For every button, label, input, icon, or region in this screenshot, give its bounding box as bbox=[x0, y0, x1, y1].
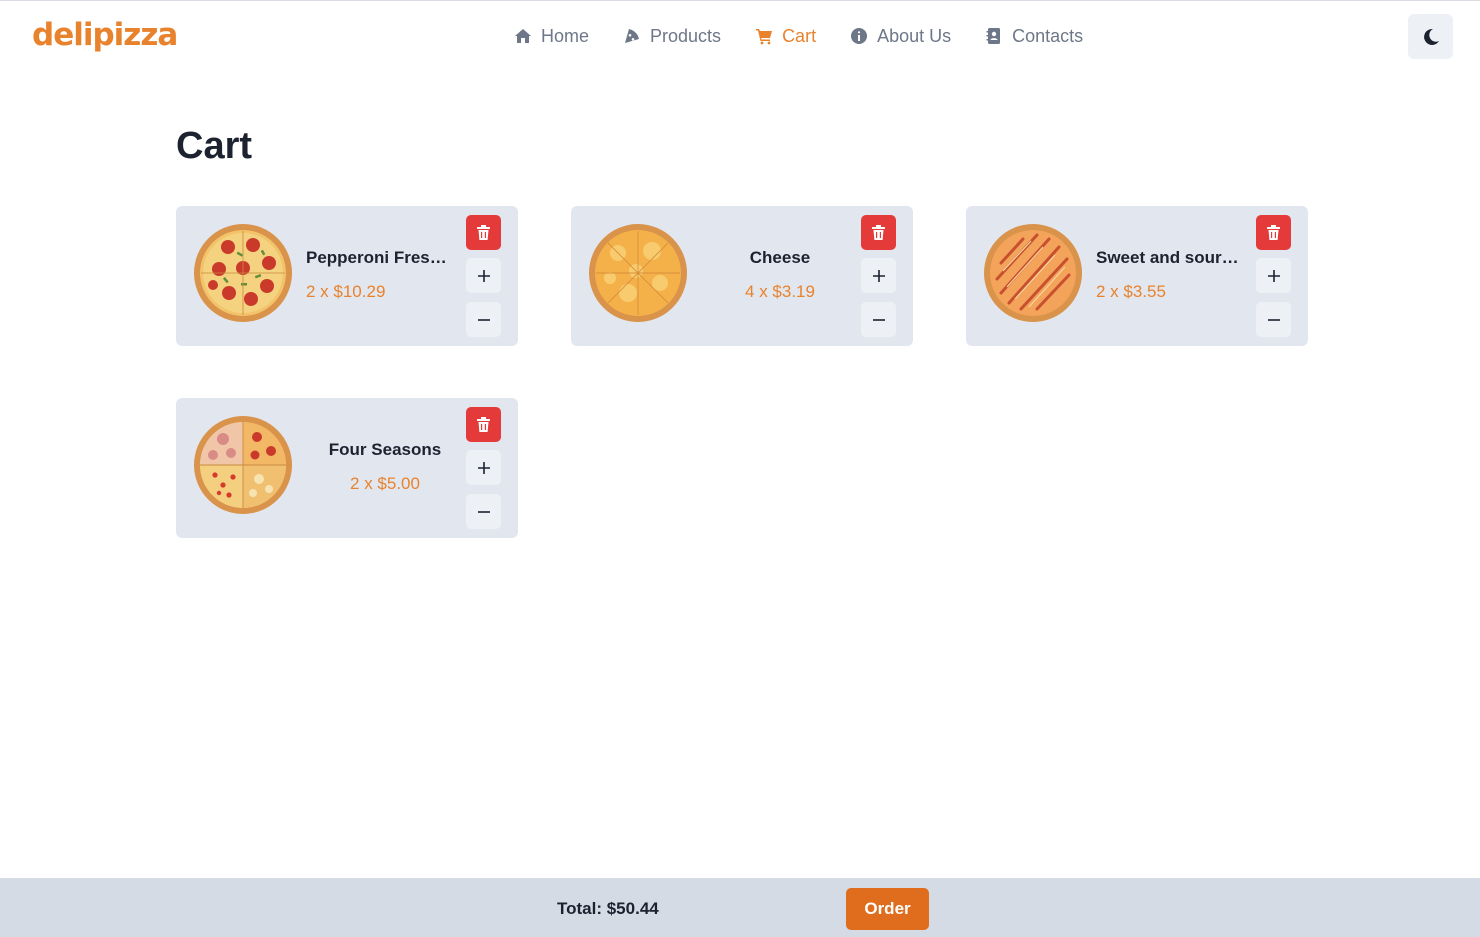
cart-item-name: Pepperoni Fres… bbox=[306, 248, 447, 267]
contact-book-icon bbox=[986, 28, 1001, 44]
trash-icon bbox=[477, 225, 490, 240]
page-title: Cart bbox=[176, 125, 253, 167]
minus-icon bbox=[477, 510, 490, 513]
remove-item-button[interactable] bbox=[1256, 215, 1291, 250]
remove-item-button[interactable] bbox=[466, 407, 501, 442]
trash-icon bbox=[872, 225, 885, 240]
cart-item: Four Seasons 2 x $5.00 bbox=[176, 398, 518, 538]
cart-item-info: Sweet and sour… 2 x $3.55 bbox=[1096, 248, 1254, 302]
increase-quantity-button[interactable] bbox=[861, 258, 896, 293]
trash-icon bbox=[477, 417, 490, 432]
nav-label-home: Home bbox=[541, 25, 590, 46]
cart-item: Sweet and sour… 2 x $3.55 bbox=[966, 206, 1308, 346]
cart-total: Total: $50.44 bbox=[557, 899, 659, 918]
svg-text:delipizza: delipizza bbox=[32, 17, 177, 53]
nav-item-home[interactable]: Home bbox=[514, 25, 589, 47]
cart-footer: Total: $50.44 Order bbox=[0, 878, 1480, 937]
moon-icon bbox=[1423, 28, 1439, 45]
minus-icon bbox=[1267, 318, 1280, 321]
plus-icon bbox=[872, 269, 885, 282]
nav-item-about-us[interactable]: About Us bbox=[850, 25, 951, 47]
minus-icon bbox=[477, 318, 490, 321]
nav-label-about-us: About Us bbox=[877, 25, 952, 46]
remove-item-button[interactable] bbox=[861, 215, 896, 250]
cart-item-price: 2 x $3.55 bbox=[1096, 282, 1166, 301]
increase-quantity-button[interactable] bbox=[466, 450, 501, 485]
cart-item-name: Four Seasons bbox=[328, 440, 442, 459]
nav-label-cart: Cart bbox=[782, 25, 817, 46]
pepperoni-pizza-image bbox=[194, 224, 292, 322]
decrease-quantity-button[interactable] bbox=[1256, 302, 1291, 337]
decrease-quantity-button[interactable] bbox=[466, 494, 501, 529]
cart-item: Cheese 4 x $3.19 bbox=[571, 206, 913, 346]
cart-item: Pepperoni Fres… 2 x $10.29 bbox=[176, 206, 518, 346]
cart-item-price: 2 x $5.00 bbox=[350, 474, 420, 493]
delipizza-logo[interactable]: delipizza bbox=[32, 15, 194, 57]
cart-item-price: 2 x $10.29 bbox=[306, 282, 386, 301]
minus-icon bbox=[872, 318, 885, 321]
plus-icon bbox=[477, 269, 490, 282]
nav-item-products[interactable]: Products bbox=[623, 25, 721, 47]
nav-label-products: Products bbox=[650, 25, 722, 46]
home-icon bbox=[515, 29, 531, 43]
order-button[interactable]: Order bbox=[846, 888, 929, 930]
cart-item-info: Pepperoni Fres… 2 x $10.29 bbox=[306, 248, 464, 302]
cart-item-price: 4 x $3.19 bbox=[745, 282, 815, 301]
increase-quantity-button[interactable] bbox=[466, 258, 501, 293]
remove-item-button[interactable] bbox=[466, 215, 501, 250]
header: delipizza Home Products Cart About Us Co… bbox=[0, 1, 1480, 73]
plus-icon bbox=[1267, 269, 1280, 282]
cart-item-info: Four Seasons 2 x $5.00 bbox=[306, 440, 464, 494]
decrease-quantity-button[interactable] bbox=[861, 302, 896, 337]
pizza-slice-icon bbox=[625, 29, 640, 43]
decrease-quantity-button[interactable] bbox=[466, 302, 501, 337]
cheese-pizza-image bbox=[589, 224, 687, 322]
cart-icon bbox=[756, 29, 773, 45]
increase-quantity-button[interactable] bbox=[1256, 258, 1291, 293]
trash-icon bbox=[1267, 225, 1280, 240]
cart-item-name: Sweet and sour… bbox=[1096, 248, 1239, 267]
main-nav: Home Products Cart About Us Contacts bbox=[514, 25, 1083, 47]
nav-item-contacts[interactable]: Contacts bbox=[985, 25, 1083, 47]
cart-item-name: Cheese bbox=[749, 248, 811, 267]
plus-icon bbox=[477, 461, 490, 474]
sweet-and-sour-pizza-image bbox=[984, 224, 1082, 322]
nav-item-cart[interactable]: Cart bbox=[755, 25, 816, 47]
four-seasons-pizza-image bbox=[194, 416, 292, 514]
cart-item-info: Cheese 4 x $3.19 bbox=[701, 248, 859, 302]
nav-label-contacts: Contacts bbox=[1012, 25, 1084, 46]
info-icon bbox=[851, 28, 868, 44]
theme-toggle-button[interactable] bbox=[1408, 14, 1453, 59]
